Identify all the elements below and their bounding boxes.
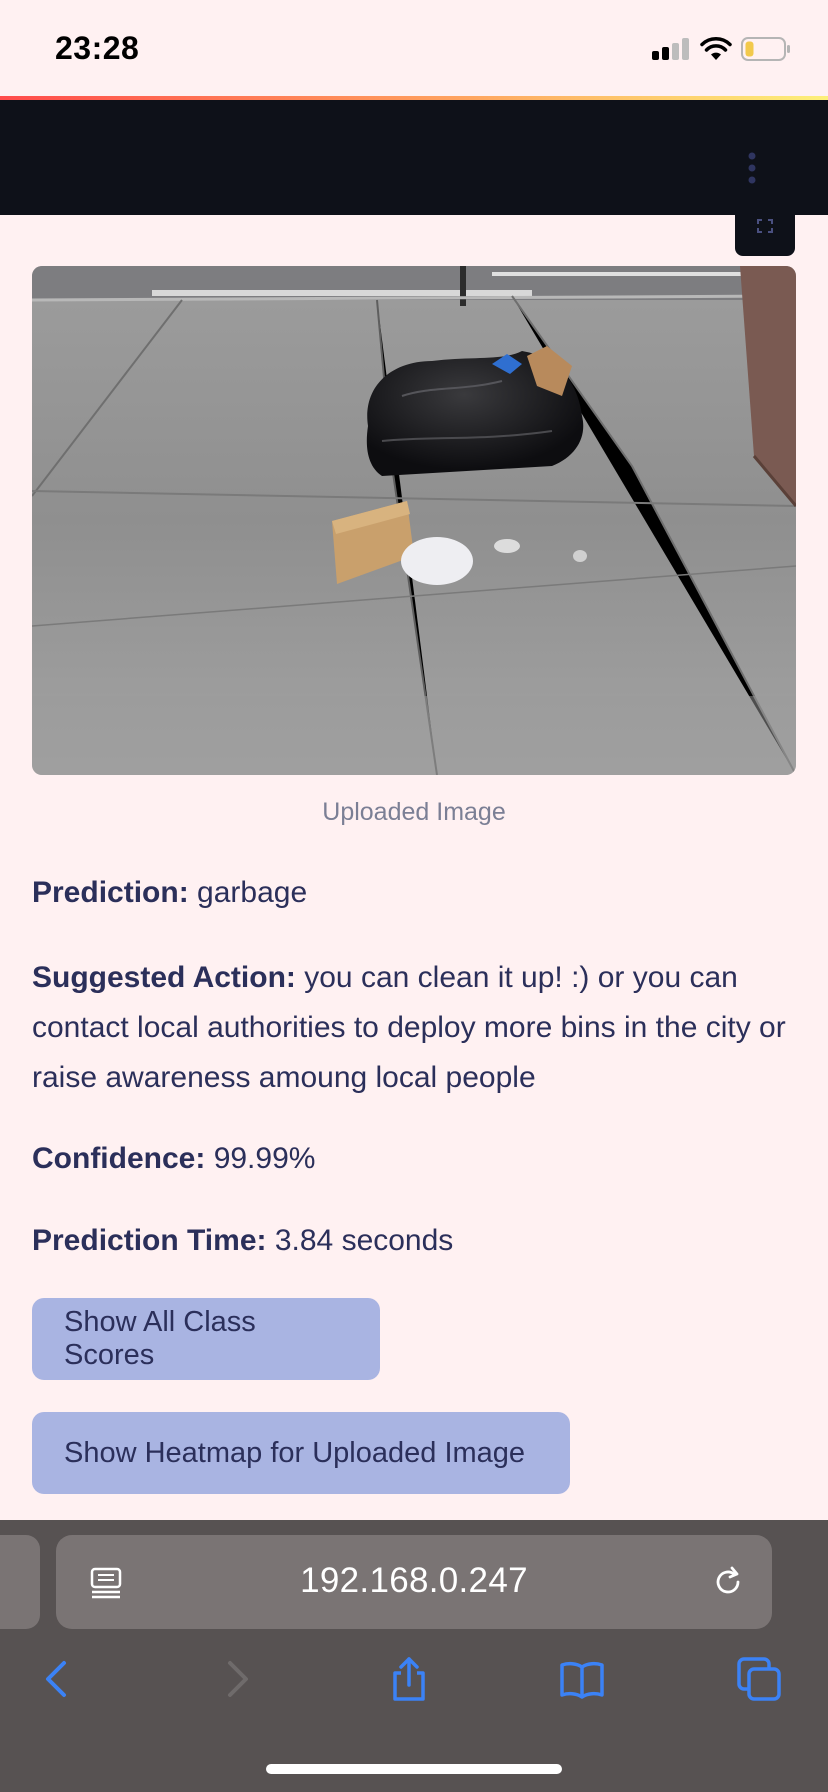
suggested-action-label: Suggested Action: — [32, 961, 296, 994]
uploaded-image — [32, 266, 796, 775]
battery-icon — [741, 37, 790, 61]
prediction-line: Prediction: garbage — [32, 876, 802, 910]
prediction-time-value: 3.84 seconds — [274, 1224, 454, 1257]
fullscreen-button[interactable] — [735, 210, 795, 256]
url-text: 192.168.0.247 — [300, 1561, 528, 1600]
reload-icon[interactable] — [710, 1564, 746, 1600]
back-icon[interactable] — [34, 1655, 82, 1703]
confidence-line: Confidence: 99.99% — [32, 1142, 802, 1176]
prediction-time-label: Prediction Time: — [32, 1224, 267, 1257]
forward-icon[interactable] — [212, 1655, 260, 1703]
status-time: 23:28 — [55, 30, 140, 66]
image-caption: Uploaded Image — [322, 798, 506, 826]
suggested-action-line: Suggested Action: you can clean it up! :… — [32, 953, 802, 1103]
fullscreen-icon — [757, 219, 773, 233]
bookmarks-icon[interactable] — [558, 1655, 606, 1703]
prediction-label: Prediction: — [32, 876, 189, 909]
share-icon[interactable] — [385, 1655, 433, 1703]
show-class-scores-button[interactable]: Show All Class Scores — [32, 1298, 380, 1380]
home-indicator — [266, 1764, 562, 1774]
prediction-value: garbage — [197, 876, 308, 909]
confidence-value: 99.99% — [213, 1142, 316, 1175]
main-menu-icon[interactable] — [742, 150, 762, 186]
show-heatmap-button[interactable]: Show Heatmap for Uploaded Image — [32, 1412, 570, 1494]
confidence-label: Confidence: — [32, 1142, 206, 1175]
app-header — [0, 100, 828, 215]
wifi-icon — [700, 37, 732, 60]
cellular-signal-icon — [652, 38, 690, 60]
prediction-time-line: Prediction Time: 3.84 seconds — [32, 1224, 802, 1258]
tabs-icon[interactable] — [735, 1655, 783, 1703]
status-bar: 23:28 — [0, 0, 828, 96]
